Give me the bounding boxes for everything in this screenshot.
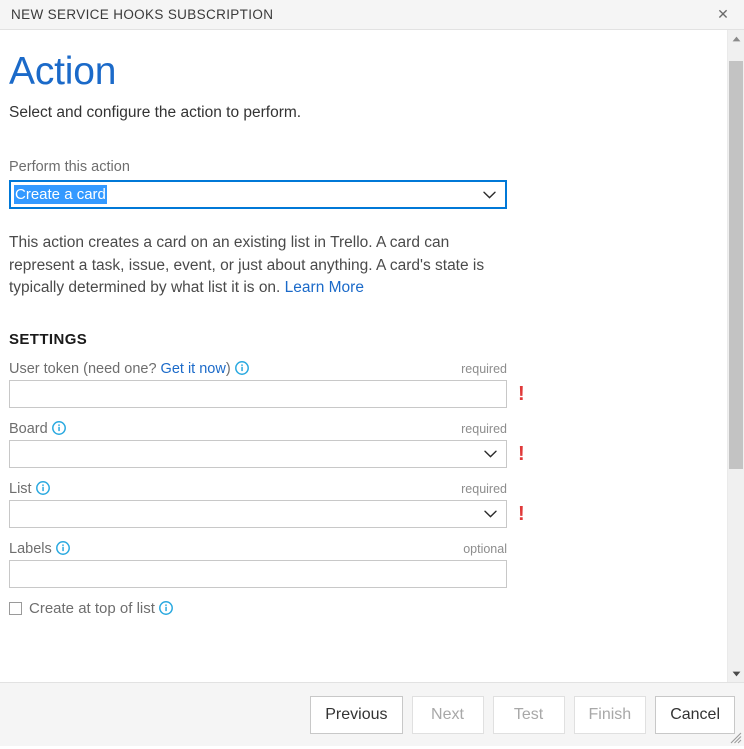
get-it-now-link[interactable]: Get it now — [161, 361, 226, 377]
list-label: List — [9, 481, 50, 497]
action-description-text: This action creates a card on an existin… — [9, 234, 485, 296]
labels-label-text: Labels — [9, 540, 52, 557]
board-label: Board — [9, 421, 66, 437]
info-icon[interactable] — [35, 480, 50, 495]
settings-heading: SETTINGS — [9, 330, 88, 348]
test-button[interactable]: Test — [492, 695, 565, 734]
titlebar: NEW SERVICE HOOKS SUBSCRIPTION ✕ — [0, 0, 744, 30]
create-at-top-row[interactable]: Create at top of list — [9, 588, 727, 617]
new-service-hooks-subscription-dialog: NEW SERVICE HOOKS SUBSCRIPTION ✕ Action … — [0, 0, 744, 746]
list-label-row: List required — [9, 481, 507, 497]
dialog-footer: Previous Next Test Finish Cancel — [0, 682, 744, 746]
perform-action-select[interactable]: Create a card — [9, 180, 507, 209]
labels-requirement: optional — [463, 541, 507, 556]
perform-action-label: Perform this action — [9, 159, 130, 175]
dialog-title: NEW SERVICE HOOKS SUBSCRIPTION — [11, 7, 274, 22]
learn-more-link[interactable]: Learn More — [285, 279, 364, 296]
user-token-label-prefix: User token (need one? — [9, 360, 161, 377]
action-description: This action creates a card on an existin… — [9, 209, 509, 300]
board-label-row: Board required — [9, 421, 507, 437]
field-group-labels: Labels optional — [9, 528, 727, 588]
info-icon[interactable] — [234, 360, 249, 375]
chevron-down-icon — [483, 191, 496, 199]
create-at-top-checkbox[interactable] — [9, 601, 22, 615]
user-token-label-row: User token (need one? Get it now) requir… — [9, 361, 507, 377]
list-select-row: ! — [9, 499, 727, 528]
page-title: Action — [9, 50, 117, 93]
board-select[interactable] — [9, 439, 507, 468]
finish-button[interactable]: Finish — [573, 695, 647, 734]
labels-label: Labels — [9, 541, 70, 557]
info-icon[interactable] — [55, 540, 70, 555]
field-group-list: List required ! — [9, 468, 727, 528]
page-subtitle: Select and configure the action to perfo… — [9, 104, 302, 121]
scroll-content: Action Select and configure the action t… — [0, 30, 727, 682]
triangle-up-icon[interactable] — [728, 30, 744, 47]
vertical-scrollbar[interactable] — [727, 30, 744, 682]
user-token-label: User token (need one? Get it now) — [9, 361, 249, 377]
user-token-label-suffix: ) — [225, 360, 231, 377]
field-group-board: Board required ! — [9, 408, 727, 468]
board-label-text: Board — [9, 420, 48, 437]
list-requirement: required — [461, 481, 507, 496]
field-group-user-token: User token (need one? Get it now) requir… — [9, 350, 727, 408]
required-error-icon: ! — [518, 502, 525, 525]
scrollbar-thumb[interactable] — [729, 61, 743, 469]
chevron-down-icon — [484, 450, 497, 458]
board-requirement: required — [461, 421, 507, 436]
list-label-text: List — [9, 480, 32, 497]
previous-button[interactable]: Previous — [310, 695, 403, 734]
info-icon[interactable] — [51, 420, 66, 435]
triangle-down-icon[interactable] — [728, 665, 744, 682]
labels-input[interactable] — [9, 559, 507, 588]
close-icon[interactable]: ✕ — [702, 0, 744, 29]
dialog-body: Action Select and configure the action t… — [0, 30, 744, 682]
perform-action-group: Perform this action Create a card — [9, 122, 727, 209]
labels-input-row — [9, 559, 727, 588]
info-icon[interactable] — [158, 601, 173, 615]
required-error-icon: ! — [518, 382, 525, 405]
create-at-top-label: Create at top of list — [29, 599, 155, 617]
labels-label-row: Labels optional — [9, 541, 507, 557]
user-token-input-row: ! — [9, 379, 727, 408]
board-select-row: ! — [9, 439, 727, 468]
next-button[interactable]: Next — [411, 695, 484, 734]
perform-action-value: Create a card — [14, 185, 107, 204]
required-error-icon: ! — [518, 442, 525, 465]
cancel-button[interactable]: Cancel — [655, 695, 735, 734]
user-token-requirement: required — [461, 361, 507, 376]
chevron-down-icon — [484, 510, 497, 518]
list-select[interactable] — [9, 499, 507, 528]
user-token-input[interactable] — [9, 379, 507, 408]
